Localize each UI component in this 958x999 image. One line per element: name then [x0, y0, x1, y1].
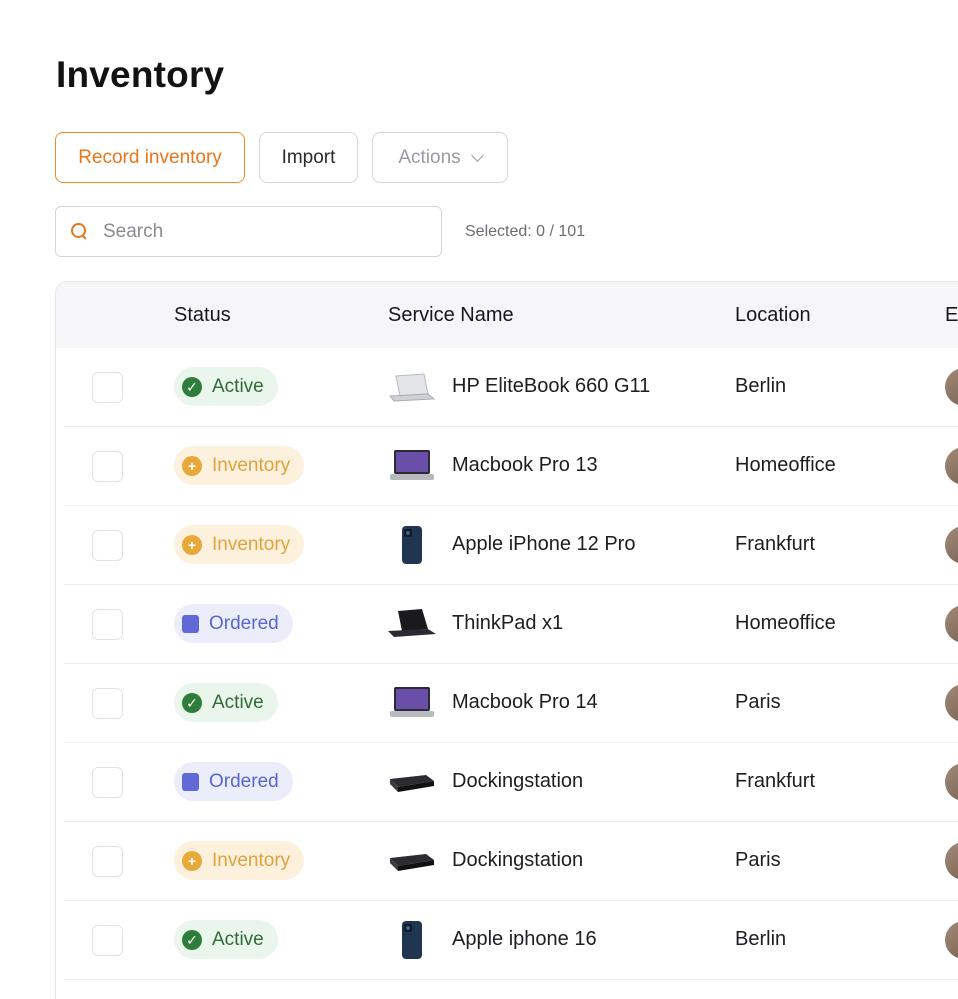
service-name[interactable]: Macbook Pro 14	[452, 691, 598, 714]
record-inventory-label: Record inventory	[78, 146, 222, 168]
status-badge: ✓ Active	[174, 367, 278, 406]
table-row[interactable]: + Inventory Apple iPhone 12 Pro Frankfurt	[64, 506, 958, 585]
avatar[interactable]	[945, 763, 958, 801]
import-button[interactable]: Import	[259, 132, 358, 183]
avatar[interactable]	[945, 368, 958, 406]
actions-dropdown[interactable]: Actions	[372, 132, 508, 183]
inventory-table: Status Service Name Location E ✓ Active HP…	[55, 281, 958, 999]
location: Paris	[735, 691, 781, 713]
location: Berlin	[735, 375, 787, 397]
page-title: Inventory	[56, 54, 225, 95]
row-checkbox[interactable]	[92, 846, 123, 877]
row-checkbox[interactable]	[92, 767, 123, 798]
column-header-e[interactable]: E	[945, 304, 958, 327]
record-inventory-button[interactable]: Record inventory	[55, 132, 245, 183]
status-badge: + Inventory	[174, 446, 305, 485]
column-header-service-name[interactable]: Service Name	[388, 304, 514, 327]
avatar[interactable]	[945, 526, 958, 564]
service-name[interactable]: Dockingstation	[452, 770, 583, 793]
status-label: Inventory	[212, 533, 291, 555]
service-name[interactable]: HP EliteBook 660 G11	[452, 375, 650, 398]
status-label: Active	[212, 691, 264, 713]
status-badge: ✓ Active	[174, 920, 278, 959]
service-name[interactable]: ThinkPad x1	[452, 612, 563, 635]
search-input[interactable]	[103, 220, 423, 243]
location: Homeoffice	[735, 454, 836, 476]
avatar[interactable]	[945, 684, 958, 722]
actions-label: Actions	[398, 146, 461, 168]
column-header-location[interactable]: Location	[735, 304, 811, 327]
import-label: Import	[281, 146, 336, 168]
laptop-silver-icon	[388, 366, 436, 408]
service-name[interactable]: Dockingstation	[452, 849, 583, 872]
status-badge: Ordered	[174, 762, 293, 801]
iphone-icon	[388, 524, 436, 566]
location: Paris	[735, 849, 781, 871]
table-row[interactable]: ✓ Active Apple iphone 16 Berlin	[64, 901, 958, 980]
row-checkbox[interactable]	[92, 451, 123, 482]
status-label: Active	[212, 375, 264, 397]
dock-icon	[388, 761, 436, 803]
status-label: Ordered	[209, 770, 279, 792]
service-name[interactable]: Apple iphone 16	[452, 928, 597, 951]
row-checkbox[interactable]	[92, 688, 123, 719]
status-label: Active	[212, 928, 264, 950]
avatar[interactable]	[945, 842, 958, 880]
chevron-down-icon	[470, 148, 484, 162]
status-inventory-icon: +	[182, 455, 202, 476]
location: Homeoffice	[735, 612, 836, 634]
row-checkbox[interactable]	[92, 609, 123, 640]
avatar[interactable]	[945, 605, 958, 643]
status-badge: Ordered	[174, 604, 293, 643]
table-row[interactable]: Ordered Dockingstation Frankfurt	[64, 743, 958, 822]
table-row[interactable]: + Inventory Macbook Pro 13 Homeoffice	[64, 427, 958, 506]
status-label: Inventory	[212, 849, 291, 871]
dock-icon	[388, 840, 436, 882]
selection-count: Selected: 0 / 101	[465, 223, 586, 240]
service-name[interactable]: Apple iPhone 12 Pro	[452, 533, 635, 556]
status-badge: + Inventory	[174, 525, 305, 564]
service-name[interactable]: Macbook Pro 13	[452, 454, 598, 477]
avatar[interactable]	[945, 921, 958, 959]
status-badge: ✓ Active	[174, 683, 278, 722]
table-row[interactable]: ✓ Active Macbook Pro 14 Paris	[64, 664, 958, 743]
status-active-icon: ✓	[182, 376, 202, 397]
location: Frankfurt	[735, 533, 816, 555]
thinkpad-icon	[388, 603, 436, 645]
status-ordered-icon	[182, 614, 199, 633]
status-active-icon: ✓	[182, 692, 202, 713]
table-row[interactable]: Ordered ThinkPad x1 Homeoffice	[64, 585, 958, 664]
location: Berlin	[735, 928, 787, 950]
column-header-status[interactable]: Status	[174, 304, 231, 327]
row-checkbox[interactable]	[92, 372, 123, 403]
status-active-icon: ✓	[182, 929, 202, 950]
status-badge: + Inventory	[174, 841, 305, 880]
table-row[interactable]: + Inventory Dockingstation Paris	[64, 822, 958, 901]
row-checkbox[interactable]	[92, 530, 123, 561]
iphone-icon	[388, 919, 436, 961]
macbook-icon	[388, 682, 436, 724]
status-label: Inventory	[212, 454, 291, 476]
status-inventory-icon: +	[182, 850, 202, 871]
table-header: Status Service Name Location E	[56, 282, 958, 348]
row-checkbox[interactable]	[92, 925, 123, 956]
macbook-icon	[388, 445, 436, 487]
search-icon	[71, 223, 88, 240]
location: Frankfurt	[735, 770, 816, 792]
status-label: Ordered	[209, 612, 279, 634]
status-inventory-icon: +	[182, 534, 202, 555]
status-ordered-icon	[182, 772, 199, 791]
avatar[interactable]	[945, 447, 958, 485]
table-row[interactable]: ✓ Active HP EliteBook 660 G11 Berlin	[64, 348, 958, 427]
search-box[interactable]	[55, 206, 442, 257]
